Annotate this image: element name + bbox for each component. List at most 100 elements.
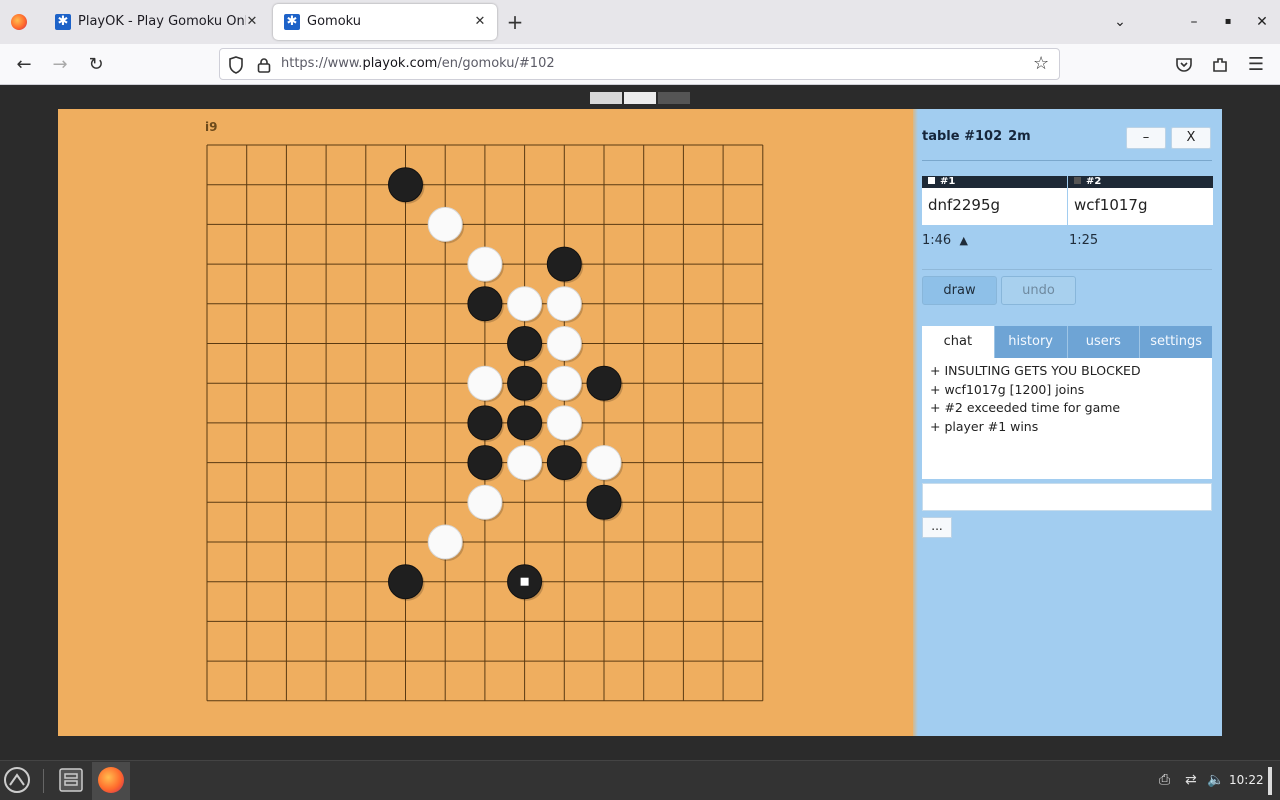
chat-line: + #2 exceeded time for game <box>930 400 1121 415</box>
white-stone <box>467 365 504 403</box>
white-stone <box>546 365 584 403</box>
chat-line: + player #1 wins <box>930 418 1039 434</box>
game-board-area: i9 <box>58 109 913 736</box>
white-stone <box>507 286 544 323</box>
show-desktop-button[interactable] <box>1268 767 1272 795</box>
firefox-task-button[interactable] <box>92 762 130 800</box>
url-bar[interactable]: https://www.playok.com/en/gomoku/#102 ☆ <box>219 48 1060 80</box>
menu-hamburger-icon[interactable]: ☰ <box>1242 52 1270 78</box>
black-stone <box>546 445 584 482</box>
list-all-tabs-icon[interactable]: ⌄ <box>1108 10 1132 34</box>
back-arrow-icon[interactable]: ← <box>10 52 38 78</box>
panel-tabs: chat history users settings <box>922 326 1212 358</box>
black-stone <box>467 286 504 323</box>
white-stone <box>546 286 584 323</box>
black-stone <box>388 167 425 204</box>
player-name: wcf1017g <box>1074 196 1148 214</box>
tab-label: Gomoku <box>307 14 362 29</box>
firefox-icon <box>98 767 124 793</box>
undo-button[interactable]: undo <box>1001 276 1076 305</box>
white-stone <box>427 524 465 561</box>
volume-icon[interactable]: 🔈 <box>1207 772 1224 788</box>
bookmark-star-icon[interactable]: ☆ <box>1033 54 1053 74</box>
turn-marker-icon: ▲ <box>959 234 968 247</box>
chat-input[interactable] <box>922 483 1212 511</box>
minimize-window-button[interactable]: – <box>1182 10 1206 34</box>
white-stone <box>546 326 584 363</box>
firefox-menu-icon[interactable] <box>11 14 27 30</box>
maximize-window-button[interactable]: ▪ <box>1216 10 1240 34</box>
player-2-clock: 1:25 <box>1069 233 1099 248</box>
page-toolbar-segment[interactable] <box>658 92 690 104</box>
new-tab-button[interactable]: + <box>503 10 527 34</box>
table-side-panel: table #102 2m – X #1 dnf2295g #2 wcf1017g… <box>913 109 1222 736</box>
white-stone <box>586 445 623 482</box>
player-1-clock: 1:46 ▲ <box>922 233 968 248</box>
clock: 10:22 <box>1229 773 1264 787</box>
browser-tab-strip: ✱ PlayOK - Play Gomoku Online ✕ ✱ Gomoku… <box>0 0 1280 44</box>
lock-icon[interactable] <box>257 57 271 73</box>
chat-line: + wcf1017g [1200] joins <box>930 381 1085 397</box>
tab-gomoku[interactable]: ✱ Gomoku ✕ <box>273 4 497 40</box>
playok-favicon-icon: ✱ <box>284 14 300 30</box>
tab-close-icon[interactable]: ✕ <box>243 13 261 31</box>
player-seat-1[interactable]: #1 dnf2295g <box>922 176 1067 225</box>
reload-icon[interactable]: ↻ <box>82 52 110 78</box>
panel-edge <box>913 109 918 736</box>
forward-arrow-icon[interactable]: → <box>46 52 74 78</box>
chat-log: + INSULTING GETS YOU BLOCKED + wcf1017g … <box>922 358 1212 479</box>
player-seat-2[interactable]: #2 wcf1017g <box>1068 176 1213 225</box>
white-stone <box>546 405 584 442</box>
table-title: table #102 2m <box>922 129 1031 144</box>
tracking-protection-shield-icon[interactable] <box>228 56 244 74</box>
tab-settings[interactable]: settings <box>1139 326 1212 358</box>
navigation-toolbar: ← → ↻ https://www.playok.com/en/gomoku/#… <box>0 44 1280 85</box>
page-toolbar-segment[interactable] <box>624 92 656 104</box>
black-stone <box>507 405 544 442</box>
seat-header: #2 <box>1068 176 1213 188</box>
app-launcher-icon[interactable] <box>3 766 31 794</box>
extensions-icon[interactable] <box>1211 56 1229 74</box>
close-window-button[interactable]: ✕ <box>1250 10 1274 34</box>
white-stone <box>467 484 504 522</box>
black-stone <box>546 246 584 284</box>
tab-playok[interactable]: ✱ PlayOK - Play Gomoku Online ✕ <box>44 4 269 40</box>
black-stone <box>586 365 623 403</box>
page-toolbar-segment[interactable] <box>590 92 622 104</box>
url-text[interactable]: https://www.playok.com/en/gomoku/#102 <box>281 56 555 71</box>
minimize-table-button[interactable]: – <box>1126 127 1166 149</box>
white-stone <box>467 246 504 284</box>
black-stone <box>507 564 544 601</box>
tab-close-icon[interactable]: ✕ <box>471 13 489 31</box>
draw-button[interactable]: draw <box>922 276 997 305</box>
black-stone <box>586 484 623 522</box>
os-taskbar: ⎙ ⇄ 🔈 10:22 <box>0 760 1280 800</box>
chat-line: + INSULTING GETS YOU BLOCKED <box>930 363 1141 378</box>
tab-label: PlayOK - Play Gomoku Online <box>78 14 246 29</box>
white-stone <box>507 445 544 482</box>
tab-chat[interactable]: chat <box>922 326 994 358</box>
last-move-marker <box>520 577 529 586</box>
page-content: i9 table #102 2m – X #1 dnf2295g #2 wcf10… <box>0 86 1280 760</box>
hover-coordinate-label: i9 <box>205 120 218 134</box>
close-table-button[interactable]: X <box>1171 127 1211 149</box>
tab-users[interactable]: users <box>1066 326 1140 358</box>
black-stone <box>467 405 504 442</box>
more-options-button[interactable]: ... <box>922 517 952 538</box>
black-stone <box>507 326 544 363</box>
seat-header: #1 <box>922 176 1067 188</box>
gomoku-board[interactable] <box>206 144 766 704</box>
player-name: dnf2295g <box>928 196 1001 214</box>
seat-color-square <box>928 177 935 184</box>
network-icon[interactable]: ⇄ <box>1185 772 1197 788</box>
black-stone <box>467 445 504 482</box>
file-manager-icon[interactable] <box>57 766 85 794</box>
tab-history[interactable]: history <box>993 326 1067 358</box>
black-stone <box>388 564 425 601</box>
taskbar-separator <box>43 769 44 793</box>
white-stone <box>427 206 465 244</box>
printer-icon[interactable]: ⎙ <box>1159 772 1170 788</box>
black-stone <box>507 365 544 403</box>
pocket-icon[interactable] <box>1175 56 1193 74</box>
divider <box>922 160 1212 161</box>
